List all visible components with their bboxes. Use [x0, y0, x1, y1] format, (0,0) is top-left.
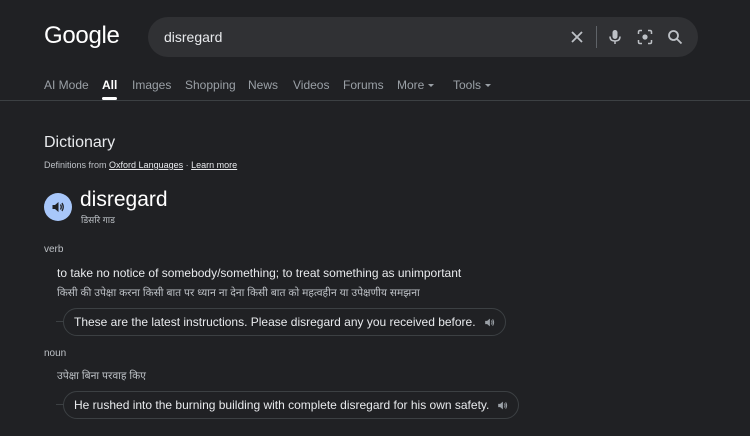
header-divider: [0, 100, 750, 101]
search-icon[interactable]: [665, 27, 685, 47]
tab-videos[interactable]: Videos: [293, 78, 329, 92]
search-divider: [596, 26, 597, 48]
tab-forums[interactable]: Forums: [343, 78, 384, 92]
speaker-icon[interactable]: [484, 317, 495, 328]
google-logo[interactable]: Google: [44, 22, 120, 50]
dictionary-title: Dictionary: [44, 134, 116, 151]
lens-icon[interactable]: [635, 27, 655, 47]
clear-icon[interactable]: [567, 27, 587, 47]
definition-translation: किसी की उपेक्षा करना किसी बात पर ध्यान न…: [57, 287, 420, 299]
definition-translation: उपेक्षा बिना परवाह किए: [57, 370, 146, 382]
pronounce-button[interactable]: [44, 193, 72, 221]
speaker-icon[interactable]: [497, 400, 508, 411]
oxford-languages-link[interactable]: Oxford Languages: [109, 160, 183, 170]
part-of-speech-noun: noun: [44, 348, 67, 359]
tab-all[interactable]: All: [102, 78, 118, 100]
speaker-icon: [52, 202, 64, 212]
search-input[interactable]: disregard: [164, 29, 222, 45]
part-of-speech-verb: verb: [44, 244, 64, 255]
tab-tools[interactable]: Tools: [453, 78, 492, 92]
search-box[interactable]: disregard: [148, 17, 698, 57]
tab-more[interactable]: More: [397, 78, 435, 92]
chevron-down-icon: [428, 84, 435, 88]
definition-text: to take no notice of somebody/something;…: [57, 266, 462, 280]
definitions-source: Definitions from Oxford Languages · Lear…: [44, 160, 238, 170]
headword: disregard: [80, 188, 168, 211]
example-sentence: These are the latest instructions. Pleas…: [63, 308, 506, 336]
example-sentence: He rushed into the burning building with…: [63, 391, 520, 419]
chevron-down-icon: [485, 84, 492, 88]
tab-news[interactable]: News: [248, 78, 278, 92]
pronunciation: डिसरि गाड: [81, 215, 115, 225]
learn-more-link[interactable]: Learn more: [191, 160, 237, 170]
tab-images[interactable]: Images: [132, 78, 171, 92]
tab-shopping[interactable]: Shopping: [185, 78, 236, 92]
mic-icon[interactable]: [605, 27, 625, 47]
tab-ai-mode[interactable]: AI Mode: [44, 78, 89, 92]
